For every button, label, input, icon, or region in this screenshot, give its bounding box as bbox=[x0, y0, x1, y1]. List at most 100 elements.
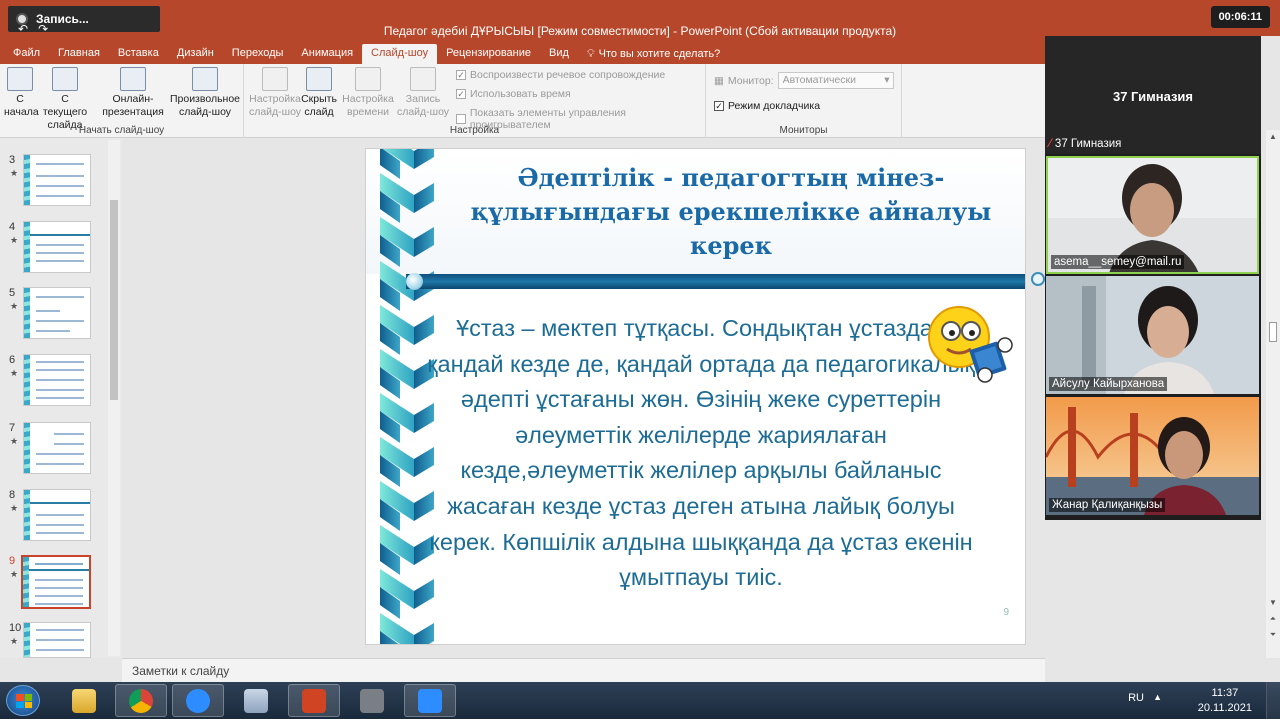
clock[interactable]: 11:37 20.11.2021 bbox=[1198, 686, 1252, 716]
taskbar-powerpoint[interactable] bbox=[288, 684, 340, 717]
group-start-slideshow: С начала С текущего слайда Онлайн-презен… bbox=[0, 64, 244, 138]
resize-handle[interactable] bbox=[1031, 272, 1045, 286]
hide-slide-button[interactable]: Скрыть слайд bbox=[300, 67, 338, 119]
animation-star-icon: ★ bbox=[10, 368, 19, 378]
monitor-icon: ▦ bbox=[714, 74, 724, 87]
monitor-dropdown[interactable]: Автоматически bbox=[777, 72, 894, 89]
group-label: Начать слайд-шоу bbox=[78, 125, 165, 136]
slide-notes[interactable]: Заметки к слайду bbox=[122, 658, 1045, 682]
tell-me-search[interactable]: 💡︎ Что вы хотите сделать? bbox=[578, 44, 729, 64]
divider-orb bbox=[406, 273, 423, 290]
scroll-down-icon[interactable]: ▼ bbox=[1266, 598, 1280, 607]
thumb-number: 9 bbox=[9, 555, 16, 567]
animation-star-icon: ★ bbox=[10, 436, 19, 446]
slide-thumbnail[interactable] bbox=[23, 354, 91, 406]
tab-animation[interactable]: Анимация bbox=[292, 44, 362, 64]
taskbar-chrome[interactable] bbox=[115, 684, 167, 717]
group-setup: Настройка слайд-шоу Скрыть слайд Настрой… bbox=[244, 64, 706, 138]
tab-slideshow[interactable]: Слайд-шоу bbox=[362, 44, 438, 64]
thumb-number: 6 bbox=[9, 354, 16, 366]
presenter-view-checkbox[interactable]: ✓ Режим докладчика bbox=[714, 100, 820, 112]
language-indicator[interactable]: RU bbox=[1128, 692, 1144, 704]
tab-view[interactable]: Вид bbox=[540, 44, 578, 64]
ribbon: С начала С текущего слайда Онлайн-презен… bbox=[0, 64, 1045, 138]
taskbar-calculator[interactable] bbox=[230, 684, 282, 717]
title-divider-bar bbox=[406, 273, 1025, 290]
group-monitors: ▦ Монитор: Автоматически ✓ Режим докладч… bbox=[706, 64, 902, 138]
muted-mic-icon: ⁄ bbox=[1049, 138, 1051, 150]
use-timings-checkbox[interactable]: ✓ Использовать время bbox=[456, 88, 571, 100]
slide-thumbnail-pane: 3 ★ 4 ★ 5 ★ 6 ★ 7 ★ 8 ★ 9 ★ 10 ★ bbox=[0, 138, 122, 658]
thumb-number: 7 bbox=[9, 422, 16, 434]
checkbox-icon: ✓ bbox=[714, 101, 724, 111]
animation-star-icon: ★ bbox=[10, 569, 19, 579]
window-edge bbox=[1261, 36, 1280, 130]
slide-thumbnail[interactable] bbox=[23, 622, 91, 658]
from-start-button[interactable]: С начала bbox=[4, 67, 39, 119]
checkbox-icon: ✓ bbox=[456, 70, 466, 80]
setup-show-icon bbox=[262, 67, 288, 91]
play-narration-checkbox[interactable]: ✓ Воспроизвести речевое сопровождение bbox=[456, 69, 665, 81]
host-label: ⁄ 37 Гимназия bbox=[1049, 138, 1122, 150]
slide-thumbnail[interactable] bbox=[23, 287, 91, 339]
online-presentation-button[interactable]: Онлайн-презентация bbox=[98, 67, 168, 119]
setup-show-button[interactable]: Настройка слайд-шоу bbox=[248, 67, 302, 119]
thumbnail-scrollbar[interactable] bbox=[108, 140, 120, 656]
taskbar-zoom-meeting[interactable] bbox=[404, 684, 456, 717]
record-show-button[interactable]: Запись слайд-шоу bbox=[394, 67, 452, 119]
host-name: 37 Гимназия bbox=[1112, 89, 1193, 104]
host-tile[interactable]: 37 Гимназия bbox=[1045, 36, 1261, 154]
slide-thumbnail[interactable] bbox=[23, 154, 91, 206]
participant-video-3[interactable]: Жанар Қалиқанқызы bbox=[1046, 397, 1259, 515]
from-current-button[interactable]: С текущего слайда bbox=[38, 67, 92, 132]
scrollbar-thumb[interactable] bbox=[110, 200, 118, 400]
custom-show-button[interactable]: Произвольное слайд-шоу bbox=[168, 67, 242, 119]
thumb-number: 5 bbox=[9, 287, 16, 299]
meeting-timer: 00:06:11 bbox=[1210, 6, 1270, 28]
slide-thumbnail[interactable] bbox=[23, 221, 91, 273]
monitor-selector[interactable]: ▦ Монитор: Автоматически bbox=[714, 72, 894, 89]
tab-insert[interactable]: Вставка bbox=[109, 44, 168, 64]
windows-logo-icon bbox=[16, 694, 32, 708]
tab-transitions[interactable]: Переходы bbox=[223, 44, 293, 64]
slide-title[interactable]: Әдептілік - педагогтың мінез-құлығындағы… bbox=[456, 161, 1006, 263]
tab-file[interactable]: Файл bbox=[4, 44, 49, 64]
folder-icon bbox=[72, 688, 96, 713]
zoom-gallery-panel: 37 Гимназия ⁄ 37 Гимназия asema__semey@m… bbox=[1045, 36, 1261, 520]
prev-slide-icon[interactable]: ⏶ bbox=[1266, 614, 1280, 624]
editor-scrollbar[interactable]: ▲ ▼ ⏶ ⏷ bbox=[1266, 130, 1280, 658]
show-desktop-button[interactable] bbox=[1266, 682, 1280, 719]
tell-me-text: Что вы хотите сделать? bbox=[598, 48, 721, 60]
participant-video-1[interactable]: asema__semey@mail.ru bbox=[1046, 156, 1259, 274]
slide-thumbnail[interactable] bbox=[23, 422, 91, 474]
checkbox-icon bbox=[456, 114, 466, 124]
taskbar-camera[interactable] bbox=[346, 684, 398, 717]
tab-design[interactable]: Дизайн bbox=[168, 44, 223, 64]
taskbar-zoom[interactable] bbox=[172, 684, 224, 717]
lightbulb-icon: 💡︎ bbox=[586, 47, 595, 60]
slide-thumbnail[interactable] bbox=[23, 489, 91, 541]
next-slide-icon[interactable]: ⏷ bbox=[1266, 630, 1280, 640]
slide-thumbnail-selected[interactable] bbox=[21, 555, 91, 609]
hide-slide-icon bbox=[306, 67, 332, 91]
participant-video-2[interactable]: Айсулу Кайырханова bbox=[1046, 276, 1259, 394]
tab-review[interactable]: Рецензирование bbox=[437, 44, 540, 64]
tab-home[interactable]: Главная bbox=[49, 44, 109, 64]
scrollbar-thumb[interactable] bbox=[1269, 322, 1277, 342]
windows-taskbar: RU ▲ 11:37 20.11.2021 bbox=[0, 682, 1280, 719]
record-show-icon bbox=[410, 67, 436, 91]
participant-name: asema__semey@mail.ru bbox=[1051, 255, 1185, 269]
globe-icon bbox=[120, 67, 146, 91]
start-button[interactable] bbox=[6, 685, 40, 716]
slide-canvas[interactable]: Әдептілік - педагогтың мінез-құлығындағы… bbox=[365, 148, 1026, 645]
tray-expand-icon[interactable]: ▲ bbox=[1153, 692, 1162, 702]
taskbar-explorer[interactable] bbox=[58, 684, 110, 717]
participant-name: Жанар Қалиқанқызы bbox=[1049, 498, 1166, 512]
animation-star-icon: ★ bbox=[10, 301, 19, 311]
rehearse-timings-button[interactable]: Настройка времени bbox=[342, 67, 394, 119]
reading-smiley-clipart bbox=[928, 306, 1013, 383]
scroll-up-icon[interactable]: ▲ bbox=[1266, 132, 1280, 141]
slide-body-text[interactable]: Ұстаз – мектеп тұтқасы. Сондықтан ұстазд… bbox=[426, 311, 976, 596]
clock-time: 11:37 bbox=[1211, 687, 1239, 699]
thumb-number: 8 bbox=[9, 489, 16, 501]
